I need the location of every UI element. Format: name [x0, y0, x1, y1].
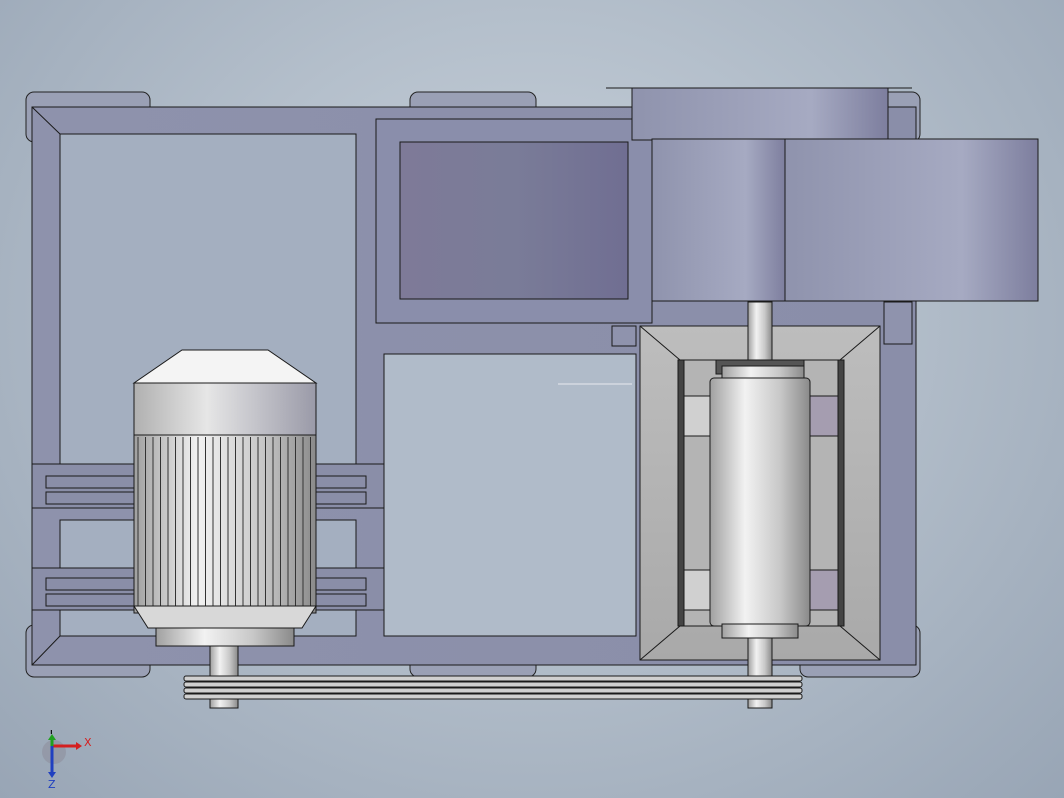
triad-graphic: X Y Z — [42, 724, 92, 791]
x-axis-head — [76, 742, 82, 750]
assembly-model[interactable] — [0, 0, 1064, 798]
v-belt — [183, 675, 803, 700]
control-panel[interactable] — [375, 118, 653, 324]
drive-housing[interactable] — [639, 301, 881, 709]
reference-triad: X Y Z — [36, 724, 106, 791]
y-axis-label: Y — [47, 730, 55, 737]
graphics-viewport[interactable]: X Y Z — [0, 0, 1064, 798]
z-axis-label: Z — [48, 778, 56, 790]
x-axis-label: X — [84, 736, 92, 749]
triad-sphere — [42, 740, 66, 764]
